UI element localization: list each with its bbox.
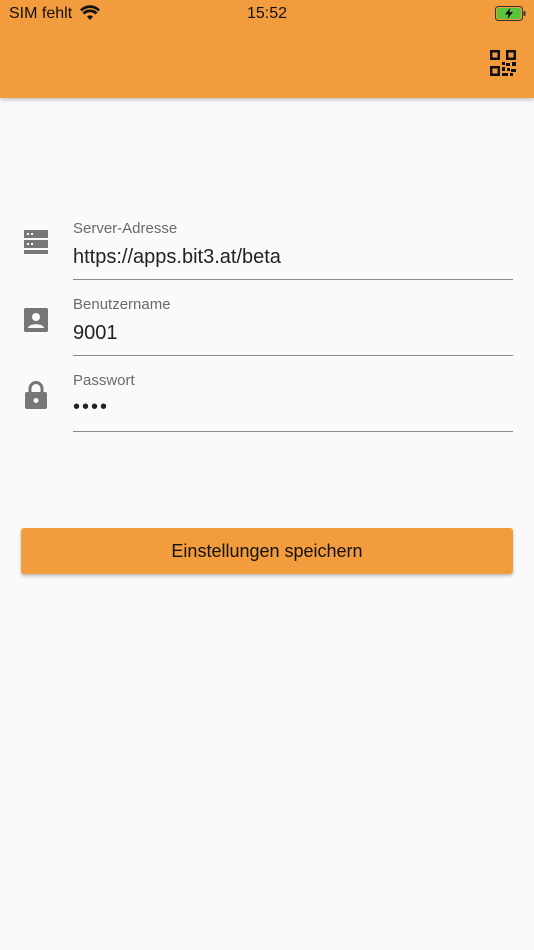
server-input[interactable] bbox=[73, 236, 513, 280]
password-label: Passwort bbox=[73, 372, 135, 389]
server-field: Server-Adresse bbox=[0, 220, 534, 296]
server-icon bbox=[24, 230, 48, 254]
clock: 15:52 bbox=[246, 5, 288, 22]
password-field: Passwort •••• bbox=[0, 372, 534, 448]
status-bar: SIM fehlt 15:52 bbox=[0, 0, 534, 28]
qr-scan-button[interactable] bbox=[484, 44, 522, 82]
username-field: Benutzername bbox=[0, 296, 534, 372]
app-bar: SIM fehlt 15:52 bbox=[0, 0, 534, 98]
save-settings-button[interactable]: Einstellungen speichern bbox=[21, 528, 513, 574]
password-input[interactable]: •••• bbox=[73, 388, 513, 432]
qr-code-icon bbox=[490, 50, 516, 76]
account-box-icon bbox=[24, 308, 48, 332]
lock-icon bbox=[25, 381, 47, 409]
battery-charging-icon bbox=[495, 6, 526, 21]
server-label: Server-Adresse bbox=[73, 220, 178, 237]
username-label: Benutzername bbox=[73, 296, 171, 313]
username-input[interactable] bbox=[73, 312, 513, 356]
